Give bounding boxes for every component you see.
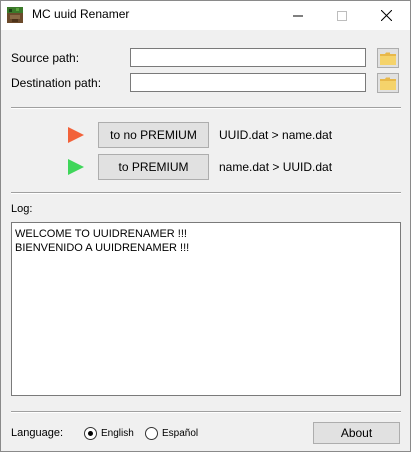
log-label: Log: [11, 203, 33, 215]
window-title: MC uuid Renamer [32, 7, 130, 21]
minimize-button[interactable] [275, 1, 320, 30]
to-premium-button[interactable]: to PREMIUM [98, 154, 209, 180]
folder-icon [380, 52, 396, 65]
app-icon [7, 7, 23, 23]
destination-browse-button[interactable] [377, 73, 399, 93]
folder-icon [380, 77, 396, 90]
log-line: WELCOME TO UUIDRENAMER !!! [15, 228, 187, 240]
to-no-premium-button[interactable]: to no PREMIUM [98, 122, 209, 148]
about-button[interactable]: About [313, 422, 400, 444]
source-browse-button[interactable] [377, 48, 399, 68]
espanol-radio[interactable] [145, 427, 158, 440]
log-textarea[interactable]: WELCOME TO UUIDRENAMER !!! BIENVENIDO A … [11, 222, 401, 396]
maximize-button[interactable] [319, 1, 364, 30]
radio-selected-dot [88, 431, 93, 436]
to-premium-description: name.dat > UUID.dat [219, 160, 333, 174]
minimize-icon [292, 15, 303, 16]
separator [11, 411, 401, 413]
app-window: MC uuid Renamer Source path: Destination… [0, 0, 411, 452]
separator [11, 192, 401, 194]
arrow-green-icon [68, 159, 84, 175]
source-path-label: Source path: [11, 51, 80, 65]
destination-path-input[interactable] [130, 73, 366, 92]
title-bar[interactable]: MC uuid Renamer [1, 1, 410, 30]
to-no-premium-description: UUID.dat > name.dat [219, 128, 333, 142]
language-label: Language: [11, 427, 63, 439]
destination-path-label: Destination path: [11, 76, 102, 90]
log-line: BIENVENIDO A UUIDRENAMER !!! [15, 242, 190, 254]
english-radio[interactable] [84, 427, 97, 440]
source-path-input[interactable] [130, 48, 366, 67]
espanol-label[interactable]: Español [162, 428, 198, 439]
arrow-red-icon [68, 127, 84, 143]
maximize-icon [336, 10, 347, 21]
english-label[interactable]: English [101, 428, 134, 439]
close-button[interactable] [364, 1, 409, 30]
separator [11, 107, 401, 109]
close-icon [381, 10, 392, 21]
